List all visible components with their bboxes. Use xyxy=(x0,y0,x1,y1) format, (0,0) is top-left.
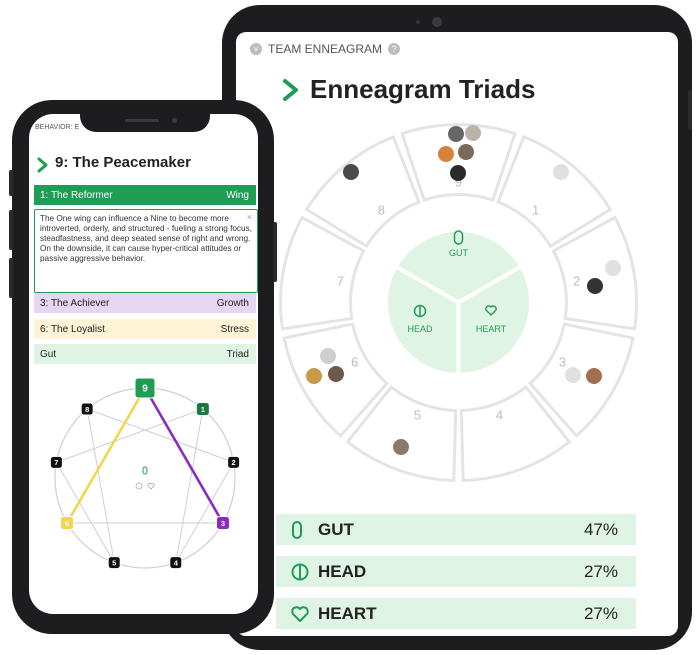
avatar xyxy=(306,368,322,384)
avatar xyxy=(587,278,603,294)
wheel-number: 2 xyxy=(573,274,580,289)
triad-row-tag: Triad xyxy=(226,348,249,360)
growth-row[interactable]: 3: The Achiever Growth xyxy=(34,293,256,313)
svg-text:6: 6 xyxy=(65,519,69,528)
wing-row[interactable]: 1: The Reformer Wing xyxy=(34,185,256,205)
triad-row-heart[interactable]: HEART 27% xyxy=(276,598,636,629)
triad-row-label: HEAD xyxy=(318,561,367,581)
triad-row[interactable]: Gut Triad xyxy=(34,344,256,364)
help-icon[interactable]: ? xyxy=(388,43,401,55)
svg-text:1: 1 xyxy=(201,405,205,414)
page-title: Enneagram Triads xyxy=(310,74,536,104)
phone-screen: BEHAVIOR: E 9: The Peacemaker 1: The Ref… xyxy=(29,114,258,614)
wheel-number: 6 xyxy=(351,355,358,370)
gut-icon xyxy=(292,521,302,539)
stress-row-tag: Stress xyxy=(220,323,249,335)
diagram-node-8[interactable]: 8 xyxy=(80,402,94,416)
diagram-node-9[interactable]: 9 xyxy=(134,377,156,399)
stress-row-label: 6: The Loyalist xyxy=(40,323,105,335)
team-header-label: TEAM ENNEAGRAM xyxy=(268,42,383,56)
diagram-node-1[interactable]: 1 xyxy=(195,402,210,417)
stress-row[interactable]: 6: The Loyalist Stress xyxy=(34,319,256,339)
close-icon[interactable]: × xyxy=(247,212,252,222)
head-icon xyxy=(291,563,309,581)
phone-side-button xyxy=(9,170,13,196)
title-chevron-icon xyxy=(37,157,48,173)
diagram-node-2[interactable]: 2 xyxy=(227,455,241,469)
type-title: 9: The Peacemaker xyxy=(55,154,191,171)
title-chevron-icon xyxy=(283,79,298,101)
wheel-number: 1 xyxy=(532,203,539,218)
avatar xyxy=(605,260,621,276)
diagram-node-3[interactable]: 3 xyxy=(215,516,230,530)
wing-row-label: 1: The Reformer xyxy=(40,189,113,201)
wing-row-tag: Wing xyxy=(226,189,249,201)
triad-row-percent: 27% xyxy=(583,603,618,623)
heart-icon xyxy=(291,606,309,622)
behavior-label: BEHAVIOR: E xyxy=(35,124,80,131)
chevron-down-icon[interactable]: ˅ xyxy=(250,43,262,55)
highlight-line-9-3 xyxy=(143,387,225,524)
tablet-volume-button xyxy=(688,90,692,130)
triad-head-label: HEAD xyxy=(407,324,433,334)
triad-row-head[interactable]: HEAD 27% xyxy=(276,556,636,587)
wing-description: × The One wing can influence a Nine to b… xyxy=(34,209,258,293)
wheel-number: 4 xyxy=(496,407,503,422)
avatar xyxy=(565,367,581,383)
diagram-node-6[interactable]: 6 xyxy=(60,516,75,530)
triad-row-gut[interactable]: GUT 47% xyxy=(276,514,636,545)
diagram-node-5[interactable]: 5 xyxy=(107,556,121,570)
avatar xyxy=(320,348,336,364)
enneagram-diagram: 9 1 2 3 4 5 6 7 8 xyxy=(49,377,241,570)
wheel-number: 7 xyxy=(337,274,344,289)
phone-power-button xyxy=(273,222,277,282)
growth-row-label: 3: The Achiever xyxy=(40,297,110,309)
tablet-camera xyxy=(432,17,442,27)
svg-text:3: 3 xyxy=(221,519,225,528)
diagram-nodes: 9 1 2 3 4 5 6 7 8 xyxy=(49,377,241,570)
avatar xyxy=(586,368,602,384)
triad-row-label: Gut xyxy=(40,348,57,360)
triad-row-percent: 27% xyxy=(583,561,618,581)
triad-row-percent: 47% xyxy=(583,519,618,539)
diagram-node-4[interactable]: 4 xyxy=(169,556,183,570)
wheel-number: 8 xyxy=(378,203,385,218)
enneagram-wheel: 912345678 GUT HEAD HEART xyxy=(279,123,638,482)
wheel-number: 5 xyxy=(414,407,421,422)
diagram-center-icons xyxy=(135,466,155,490)
phone-camera xyxy=(172,118,177,123)
triad-row-label: GUT xyxy=(318,519,354,539)
phone-speaker xyxy=(125,119,159,122)
avatar xyxy=(343,164,359,180)
svg-text:5: 5 xyxy=(112,558,116,567)
wheel-number: 3 xyxy=(559,355,566,370)
avatar xyxy=(553,164,569,180)
triad-heart-label: HEART xyxy=(476,324,507,334)
team-header[interactable]: ˅ TEAM ENNEAGRAM ? xyxy=(250,40,401,58)
tablet-sensor xyxy=(416,20,420,24)
diagram-node-7[interactable]: 7 xyxy=(49,455,63,469)
highlight-line-9-6 xyxy=(65,387,147,524)
phone-volume-up xyxy=(9,210,13,250)
svg-text:8: 8 xyxy=(85,405,89,414)
avatar xyxy=(393,439,409,455)
svg-text:7: 7 xyxy=(54,458,58,467)
svg-text:9: 9 xyxy=(142,384,148,395)
avatar xyxy=(328,366,344,382)
growth-row-tag: Growth xyxy=(216,297,249,309)
tablet-screen: ˅ TEAM ENNEAGRAM ? Enneagram Triads 9123… xyxy=(236,32,678,636)
triad-gut-label: GUT xyxy=(449,248,469,258)
phone-volume-down xyxy=(9,258,13,298)
wing-description-text: The One wing can influence a Nine to bec… xyxy=(40,214,252,263)
triad-row-label: HEART xyxy=(318,603,377,623)
svg-text:2: 2 xyxy=(232,458,236,467)
